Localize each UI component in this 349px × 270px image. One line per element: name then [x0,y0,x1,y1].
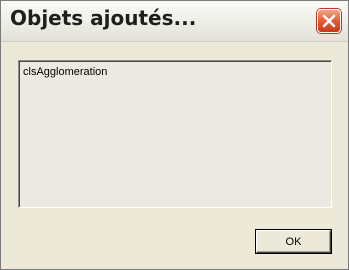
window-title: Objets ajoutés... [10,6,197,30]
added-objects-list[interactable]: clsAgglomeration [18,60,332,208]
list-item[interactable]: clsAgglomeration [23,66,107,78]
dialog-window: Objets ajoutés... clsAgglomeration OK [0,0,349,270]
ok-button[interactable]: OK [256,230,331,253]
ok-button-label: OK [285,235,302,248]
title-bar[interactable]: Objets ajoutés... [1,1,348,42]
close-icon [322,14,336,28]
close-button[interactable] [317,9,341,33]
